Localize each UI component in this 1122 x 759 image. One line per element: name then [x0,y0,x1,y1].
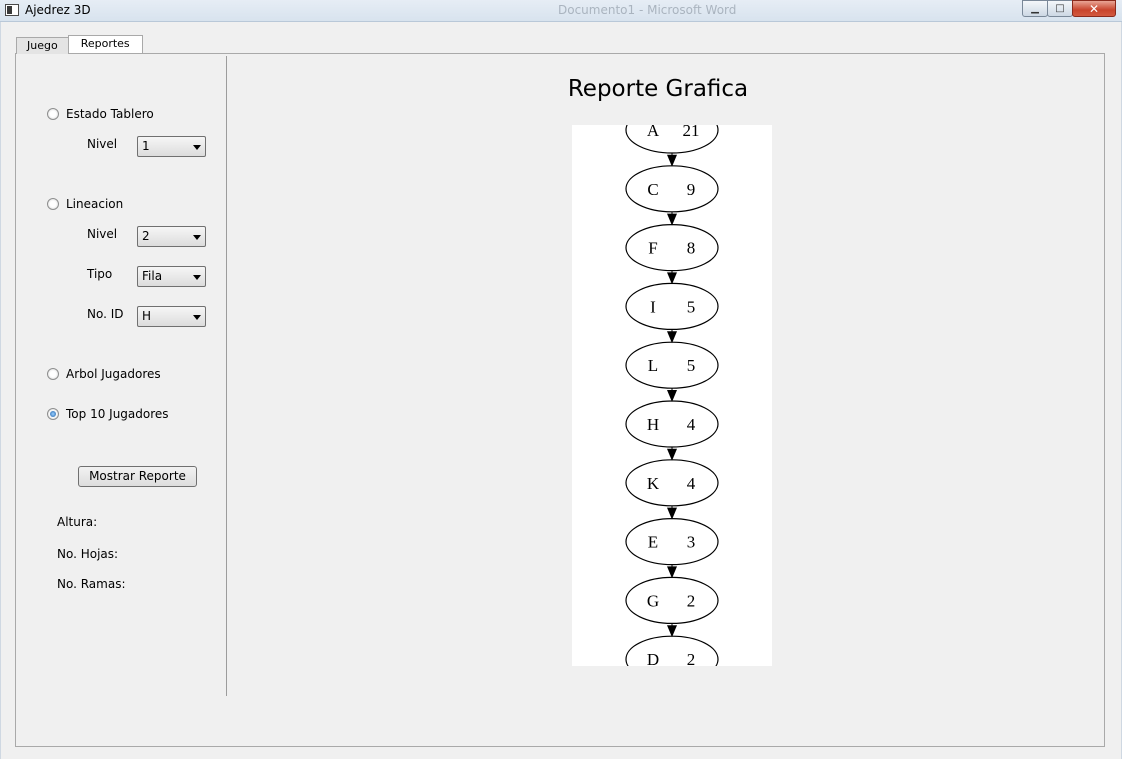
node-value-label: 2 [687,591,696,610]
tab-reportes[interactable]: Reportes [67,35,143,53]
node-value-label: 3 [687,533,696,552]
tab-juego[interactable]: Juego [16,37,69,54]
estado-nivel-label: Nivel [87,137,118,151]
graph-node-D [625,635,719,666]
arrow-head [667,625,677,638]
node-id-label: F [648,239,657,258]
node-id-label: A [647,125,660,140]
graph-node-A [625,125,719,154]
arrow-head [667,331,677,344]
mostrar-reporte-button[interactable]: Mostrar Reporte [78,466,197,487]
graph-node-H [625,400,719,448]
node-id-label: I [650,297,656,316]
estado-nivel-select[interactable]: 1 [137,136,206,157]
node-value-label: 8 [687,239,696,258]
node-value-label: 5 [687,356,696,375]
lineacion-noid-label: No. ID [87,307,124,321]
title-bar: Ajedrez 3D Documento1 - Microsoft Word ▁… [0,0,1122,22]
estado-tablero-label: Estado Tablero [66,107,154,121]
node-value-label: 4 [687,474,696,493]
node-id-label: E [648,533,658,552]
maximize-button[interactable]: □ [1047,0,1073,17]
lineacion-option[interactable]: Lineacion [47,197,123,211]
panel-divider [226,56,227,696]
arbol-jugadores-label: Arbol Jugadores [66,367,161,381]
graph-node-C [625,165,719,213]
lineacion-nivel-value: 2 [142,229,150,243]
lineacion-radio[interactable] [47,198,59,210]
top10-jugadores-option[interactable]: Top 10 Jugadores [47,407,169,421]
arrow-head [667,448,677,461]
chevron-down-icon [193,275,201,280]
chevron-down-icon [193,145,201,150]
node-value-label: 5 [687,297,696,316]
top10-jugadores-label: Top 10 Jugadores [66,407,169,421]
estado-tablero-option[interactable]: Estado Tablero [47,107,154,121]
arbol-jugadores-radio[interactable] [47,368,59,380]
node-id-label: D [647,650,659,666]
node-id-label: K [647,474,660,493]
altura-label: Altura: [57,515,98,529]
graph-node-L [625,341,719,389]
graph-node-E [625,518,719,566]
node-value-label: 2 [687,650,696,666]
lineacion-noid-select[interactable]: H [137,306,206,327]
graph-svg: A 21 C 9 F 8 I 5 L 5 H 4 K 4 E 3 G 2 D 2 [625,125,719,666]
arbol-jugadores-option[interactable]: Arbol Jugadores [47,367,161,381]
node-id-label: C [647,180,658,199]
app-icon [5,4,19,16]
top10-jugadores-radio[interactable] [47,408,59,420]
arrow-head [667,390,677,402]
lineacion-nivel-select[interactable]: 2 [137,226,206,247]
arrow-head [667,213,677,226]
lineacion-label: Lineacion [66,197,124,211]
arrow-head [667,566,677,579]
background-window-title: Documento1 - Microsoft Word [558,3,737,17]
lineacion-tipo-label: Tipo [87,267,113,281]
node-id-label: H [647,415,659,434]
node-value-label: 21 [683,125,700,140]
arrow-head [667,154,677,167]
tab-panel [15,53,1105,747]
node-id-label: G [647,591,659,610]
chevron-down-icon [193,315,201,320]
estado-nivel-value: 1 [142,139,150,153]
report-graph: A 21 C 9 F 8 I 5 L 5 H 4 K 4 E 3 G 2 D 2 [572,125,772,666]
no-ramas-label: No. Ramas: [57,577,126,591]
window-title: Ajedrez 3D [25,3,91,17]
chevron-down-icon [193,235,201,240]
graph-node-F [625,223,719,272]
lineacion-tipo-select[interactable]: Fila [137,266,206,287]
lineacion-noid-value: H [142,309,152,323]
close-button[interactable]: ✕ [1072,0,1116,17]
tab-bar: Juego Reportes [16,35,143,54]
graph-node-K [625,459,719,507]
arrow-head [667,507,677,520]
report-title: Reporte Grafica [567,76,749,102]
lineacion-nivel-label: Nivel [87,227,118,241]
node-id-label: L [648,356,658,375]
window-controls: ▁ □ ✕ [1022,0,1116,18]
no-hojas-label: No. Hojas: [57,547,119,561]
node-value-label: 9 [687,180,696,199]
graph-node-G [625,576,719,624]
lineacion-tipo-value: Fila [142,269,163,283]
minimize-button[interactable]: ▁ [1022,0,1048,17]
node-value-label: 4 [687,415,696,434]
graph-node-I [625,282,719,330]
estado-tablero-radio[interactable] [47,108,59,120]
arrow-head [667,272,677,285]
